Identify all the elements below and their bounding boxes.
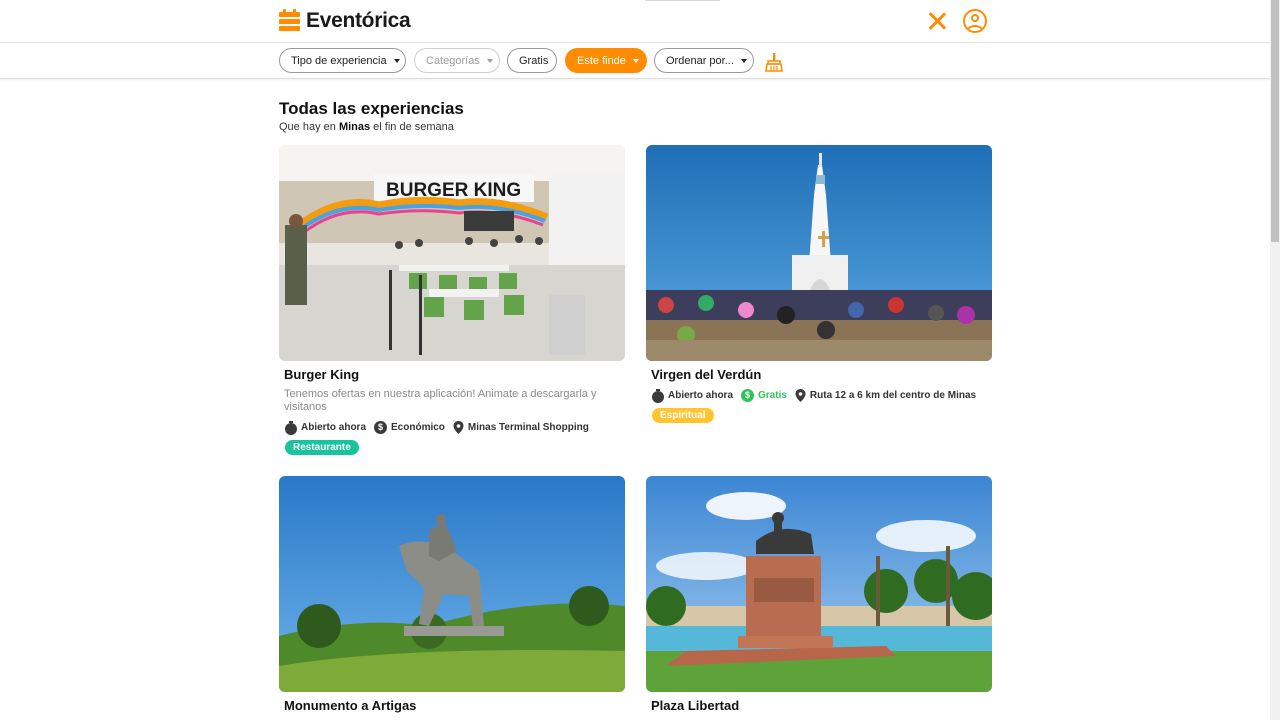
dollar-icon: $ xyxy=(374,421,388,434)
filter-este-finde[interactable]: Este finde xyxy=(565,48,647,73)
user-account-icon[interactable] xyxy=(963,9,987,33)
location-pin-icon xyxy=(453,421,464,434)
location-meta: Minas Terminal Shopping xyxy=(453,421,589,434)
plaza-libertad-photo[interactable] xyxy=(646,476,992,692)
experience-card[interactable]: Virgen del Verdún Abierto ahora $ Gratis… xyxy=(646,145,992,423)
filter-ordenar[interactable]: Ordenar por... xyxy=(654,48,754,73)
experience-card[interactable]: Plaza Libertad xyxy=(646,476,992,713)
location-meta: Ruta 12 a 6 km del centro de Minas xyxy=(795,389,976,402)
card-meta: Abierto ahora $ Económico Minas Terminal… xyxy=(285,421,625,435)
brand-logo[interactable]: Eventórica xyxy=(279,9,411,33)
card-title[interactable]: Burger King xyxy=(284,367,625,382)
card-title[interactable]: Plaza Libertad xyxy=(651,698,992,713)
page-scrollbar[interactable] xyxy=(1270,0,1280,720)
price-meta: $ Económico xyxy=(374,421,445,434)
calendar-icon xyxy=(279,9,300,32)
brand-name: Eventórica xyxy=(306,9,411,32)
caret-down-icon xyxy=(486,58,493,63)
timer-icon xyxy=(652,389,664,403)
price-meta: $ Gratis xyxy=(741,389,787,402)
filter-bar: Tipo de experiencia Categorías Gratis Es… xyxy=(0,44,1270,79)
virgen-del-verdun-photo[interactable] xyxy=(646,145,992,361)
filter-finde-label: Este finde xyxy=(577,54,626,67)
city-link[interactable]: Minas xyxy=(339,121,370,133)
card-title[interactable]: Monumento a Artigas xyxy=(284,698,625,713)
filter-categorias-label: Categorías xyxy=(426,54,480,67)
card-title[interactable]: Virgen del Verdún xyxy=(651,367,992,382)
page-title: Todas las experiencias xyxy=(279,99,464,118)
experience-card[interactable]: Monumento a Artigas xyxy=(279,476,625,713)
close-icon[interactable] xyxy=(926,10,948,32)
experience-card[interactable]: BURGER KING Burger King Tenemos ofertas … xyxy=(279,145,625,455)
caret-down-icon xyxy=(393,58,400,63)
category-tag[interactable]: Espiritual xyxy=(652,408,714,423)
top-header: Eventórica xyxy=(0,0,1270,43)
caret-down-icon xyxy=(740,58,747,63)
card-description: Tenemos ofertas en nuestra aplicación! A… xyxy=(284,388,597,413)
filter-categorias[interactable]: Categorías xyxy=(414,48,500,73)
caret-down-icon xyxy=(632,58,639,63)
page-subtitle: Que hay en Minas el fin de semana xyxy=(279,121,454,133)
broom-clear-filters-icon[interactable] xyxy=(764,52,784,72)
filter-ordenar-label: Ordenar por... xyxy=(666,54,734,67)
location-pin-icon xyxy=(795,389,806,402)
card-meta: Abierto ahora $ Gratis Ruta 12 a 6 km de… xyxy=(652,389,992,403)
monumento-artigas-photo[interactable] xyxy=(279,476,625,692)
category-tag[interactable]: Restaurante xyxy=(285,440,359,455)
filter-gratis[interactable]: Gratis xyxy=(507,48,557,73)
filter-gratis-label: Gratis xyxy=(519,54,549,67)
status-meta: Abierto ahora xyxy=(652,389,733,403)
status-meta: Abierto ahora xyxy=(285,421,366,435)
filter-tipo-experiencia[interactable]: Tipo de experiencia xyxy=(279,48,406,73)
dollar-icon: $ xyxy=(741,389,755,402)
filter-tipo-label: Tipo de experiencia xyxy=(291,54,387,67)
burger-king-photo[interactable]: BURGER KING xyxy=(279,145,625,361)
header-divider xyxy=(645,0,720,1)
timer-icon xyxy=(285,421,297,435)
scrollbar-thumb[interactable] xyxy=(1271,0,1279,242)
